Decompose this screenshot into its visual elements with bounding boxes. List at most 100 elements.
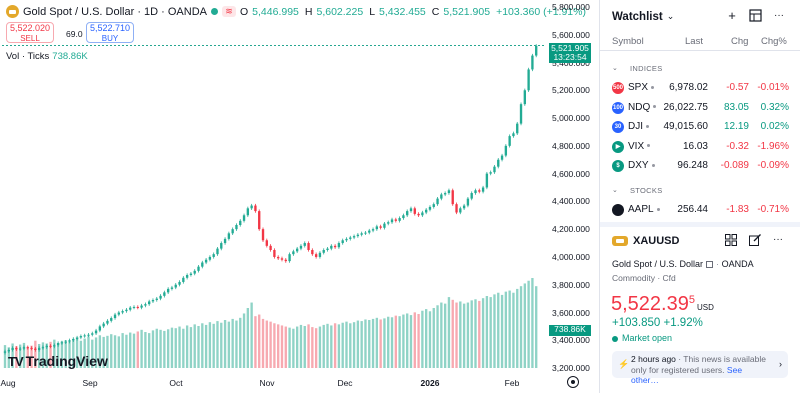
time-tick-label: Dec bbox=[337, 378, 353, 388]
more-options-icon[interactable]: ··· bbox=[772, 9, 786, 23]
candle-body bbox=[269, 245, 272, 250]
external-link-icon[interactable] bbox=[706, 261, 714, 269]
row-symbol-text: SPX bbox=[628, 82, 649, 93]
volume-bar bbox=[421, 310, 424, 368]
candle-body bbox=[440, 194, 443, 199]
price-chart[interactable] bbox=[0, 0, 598, 393]
candle-body bbox=[295, 248, 299, 252]
tradingview-logo[interactable]: TV TradingView bbox=[8, 353, 108, 369]
symbol-logo-icon: 30 bbox=[612, 121, 624, 133]
volume-bar bbox=[299, 324, 303, 368]
candle-body bbox=[261, 229, 265, 241]
price-tick-label: 4,000.000 bbox=[552, 251, 590, 262]
volume-tag: 738.86K bbox=[549, 325, 591, 336]
volume-bar bbox=[341, 322, 344, 368]
candle-body bbox=[314, 254, 318, 257]
candle-body bbox=[178, 281, 181, 285]
watchlist-row-vix[interactable]: ▶ VIX 16.03 -0.32 -1.96% bbox=[600, 138, 800, 157]
candle-body bbox=[174, 284, 177, 288]
more-options-icon[interactable]: ··· bbox=[771, 234, 785, 245]
volume-bar bbox=[292, 328, 295, 368]
col-last[interactable]: Last bbox=[685, 36, 703, 47]
detail-name[interactable]: Gold Spot / U.S. Dollar bbox=[612, 259, 703, 269]
symbol-title[interactable]: Gold Spot / U.S. Dollar · 1D · OANDA bbox=[23, 6, 207, 18]
watchlist-columns: Symbol Last Chg Chg% bbox=[600, 33, 800, 51]
volume-bar bbox=[125, 334, 128, 368]
candle-body bbox=[102, 323, 105, 327]
row-chg: -0.32 bbox=[726, 140, 749, 152]
volume-bar bbox=[379, 319, 382, 368]
watchlist-row-ndq[interactable]: 100 NDQ 26,022.75 83.05 0.32% bbox=[600, 99, 800, 118]
candle-body bbox=[91, 333, 94, 335]
col-chg[interactable]: Chg bbox=[731, 36, 748, 47]
candle-body bbox=[220, 243, 223, 249]
volume-bar bbox=[459, 301, 462, 368]
row-symbol: VIX bbox=[628, 141, 651, 152]
watchlist-row-aapl[interactable]: AAPL 256.44 -1.83 -0.71% bbox=[600, 201, 800, 220]
volume-bar bbox=[3, 345, 7, 368]
watchlist-title[interactable]: Watchlist bbox=[612, 11, 663, 23]
candle-body bbox=[333, 245, 337, 248]
settings-gear-icon[interactable] bbox=[567, 376, 579, 388]
volume-bar bbox=[242, 313, 246, 368]
volume-bar bbox=[280, 325, 284, 368]
candle-body bbox=[83, 335, 86, 337]
buy-price: 5,522.710 bbox=[89, 23, 131, 33]
candle-body bbox=[352, 236, 356, 238]
volume-bar bbox=[413, 312, 416, 368]
watchlist-row-dji[interactable]: 30 DJI 49,015.60 12.19 0.02% bbox=[600, 118, 800, 137]
news-banner[interactable]: ⚡ 2 hours ago · This news is available o… bbox=[612, 351, 788, 385]
watchlist-row-spx[interactable]: 500 SPX 6,978.02 -0.57 -0.01% bbox=[600, 79, 800, 98]
wave-icon[interactable]: ≋ bbox=[222, 6, 236, 17]
chevron-down-icon[interactable]: ⌄ bbox=[667, 11, 675, 22]
table-view-icon[interactable] bbox=[748, 9, 762, 25]
volume-bar bbox=[318, 326, 322, 368]
volume-bar bbox=[307, 324, 310, 368]
chevron-right-icon[interactable]: › bbox=[779, 359, 782, 370]
volume-bar bbox=[337, 324, 341, 368]
candle-body bbox=[22, 347, 26, 349]
time-tick-label: Nov bbox=[259, 378, 275, 388]
candle-body bbox=[474, 190, 477, 194]
candle-body bbox=[413, 208, 416, 214]
volume-bar bbox=[155, 328, 158, 368]
candle-body bbox=[360, 233, 363, 235]
news-time: 2 hours ago bbox=[631, 354, 676, 364]
candle-body bbox=[531, 55, 534, 70]
col-chg-pct[interactable]: Chg% bbox=[761, 36, 787, 47]
buy-button[interactable]: 5,522.710 BUY bbox=[86, 22, 134, 43]
candle-body bbox=[216, 248, 219, 255]
edit-icon[interactable] bbox=[748, 234, 762, 249]
candle-body bbox=[7, 350, 10, 352]
volume-bar bbox=[163, 330, 166, 368]
candle-body bbox=[481, 187, 485, 192]
volume-bar bbox=[159, 329, 162, 368]
candle-body bbox=[60, 342, 64, 344]
grid-icon[interactable] bbox=[724, 234, 738, 249]
candle-body bbox=[235, 225, 238, 230]
price-tick-label: 5,000.000 bbox=[552, 113, 590, 124]
candle-body bbox=[417, 213, 420, 216]
candle-body bbox=[72, 338, 75, 341]
row-symbol-text: NDQ bbox=[628, 101, 651, 113]
chart-pane[interactable]: Gold Spot / U.S. Dollar · 1D · OANDA ≋ O… bbox=[0, 0, 598, 393]
chart-header: Gold Spot / U.S. Dollar · 1D · OANDA ≋ O… bbox=[6, 5, 588, 18]
candle-body bbox=[447, 190, 451, 194]
detail-symbol[interactable]: XAUUSD bbox=[633, 235, 679, 247]
candle-body bbox=[30, 347, 33, 349]
symbol-logo-icon: $ bbox=[612, 160, 624, 172]
volume-legend[interactable]: Vol · Ticks 738.86K bbox=[6, 51, 88, 62]
add-symbol-icon[interactable]: + bbox=[725, 9, 739, 23]
candle-body bbox=[497, 159, 500, 167]
volume-bar bbox=[322, 324, 325, 368]
detail-category: Commodity · Cfd bbox=[612, 273, 676, 283]
watchlist-row-dxy[interactable]: $ DXY 96.248 -0.089 -0.09% bbox=[600, 157, 800, 176]
col-symbol[interactable]: Symbol bbox=[612, 36, 644, 47]
candle-body bbox=[227, 233, 231, 239]
sell-button[interactable]: 5,522.020 SELL bbox=[6, 22, 54, 43]
volume-bar bbox=[523, 283, 526, 368]
candle-body bbox=[402, 215, 405, 219]
candle-body bbox=[151, 300, 155, 302]
volume-bar bbox=[417, 314, 420, 368]
detail-exchange[interactable]: OANDA bbox=[722, 259, 754, 269]
